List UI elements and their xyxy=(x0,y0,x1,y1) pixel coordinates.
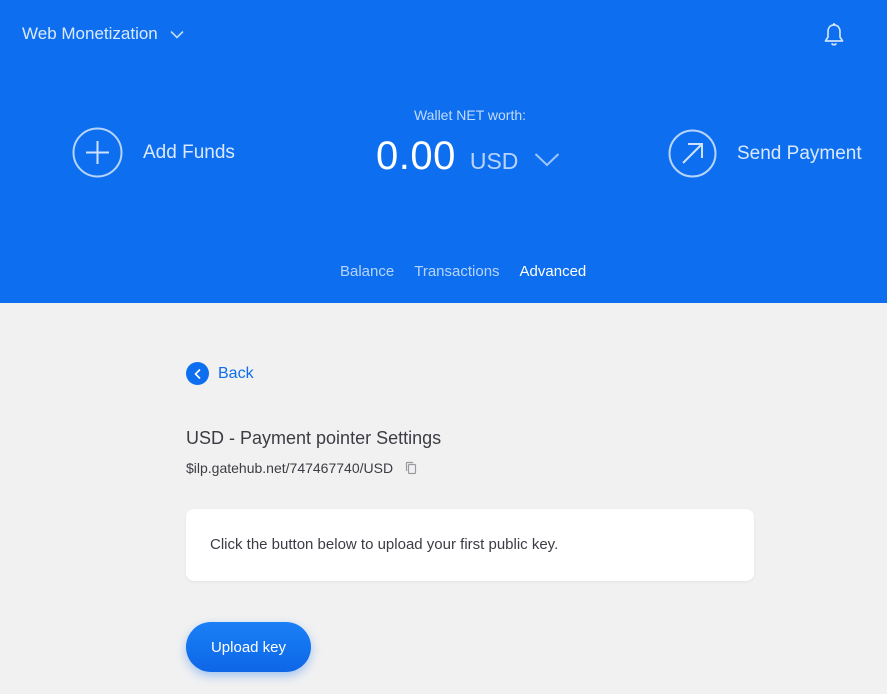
info-card: Click the button below to upload your fi… xyxy=(186,509,754,581)
plus-circle-icon xyxy=(72,127,123,178)
back-button[interactable]: Back xyxy=(186,362,254,385)
add-funds-label: Add Funds xyxy=(143,141,235,163)
chevron-down-icon xyxy=(534,152,560,167)
networth-label: Wallet NET worth: xyxy=(413,107,527,123)
send-payment-label: Send Payment xyxy=(737,142,862,164)
chevron-left-icon xyxy=(186,362,209,385)
payment-pointer: $ilp.gatehub.net/747467740/USD xyxy=(186,460,394,476)
page-title: USD - Payment pointer Settings xyxy=(186,428,442,448)
tab-bar: Balance Transactions Advanced xyxy=(340,263,586,280)
networth-currency: USD xyxy=(469,148,519,174)
wallet-name: Web Monetization xyxy=(22,24,158,43)
upload-key-button[interactable]: Upload key xyxy=(186,622,311,672)
tab-advanced[interactable]: Advanced xyxy=(520,263,587,280)
tab-transactions[interactable]: Transactions xyxy=(414,263,499,280)
bell-icon[interactable] xyxy=(821,22,847,48)
top-header: Web Monetization Add Funds Wallet NET wo… xyxy=(0,0,887,303)
chevron-down-icon xyxy=(170,30,184,39)
copy-icon[interactable] xyxy=(405,461,417,475)
add-funds-button[interactable]: Add Funds xyxy=(72,127,235,178)
send-payment-button[interactable]: Send Payment xyxy=(668,129,862,178)
currency-selector[interactable]: 0.00 USD xyxy=(376,134,560,179)
tab-balance[interactable]: Balance xyxy=(340,263,394,280)
arrow-up-right-circle-icon xyxy=(668,129,717,178)
back-label: Back xyxy=(218,364,254,382)
payment-pointer-row: $ilp.gatehub.net/747467740/USD xyxy=(186,460,417,476)
info-card-text: Click the button below to upload your fi… xyxy=(210,536,559,553)
wallet-selector[interactable]: Web Monetization xyxy=(22,24,184,44)
networth-amount: 0.00 xyxy=(376,134,456,178)
